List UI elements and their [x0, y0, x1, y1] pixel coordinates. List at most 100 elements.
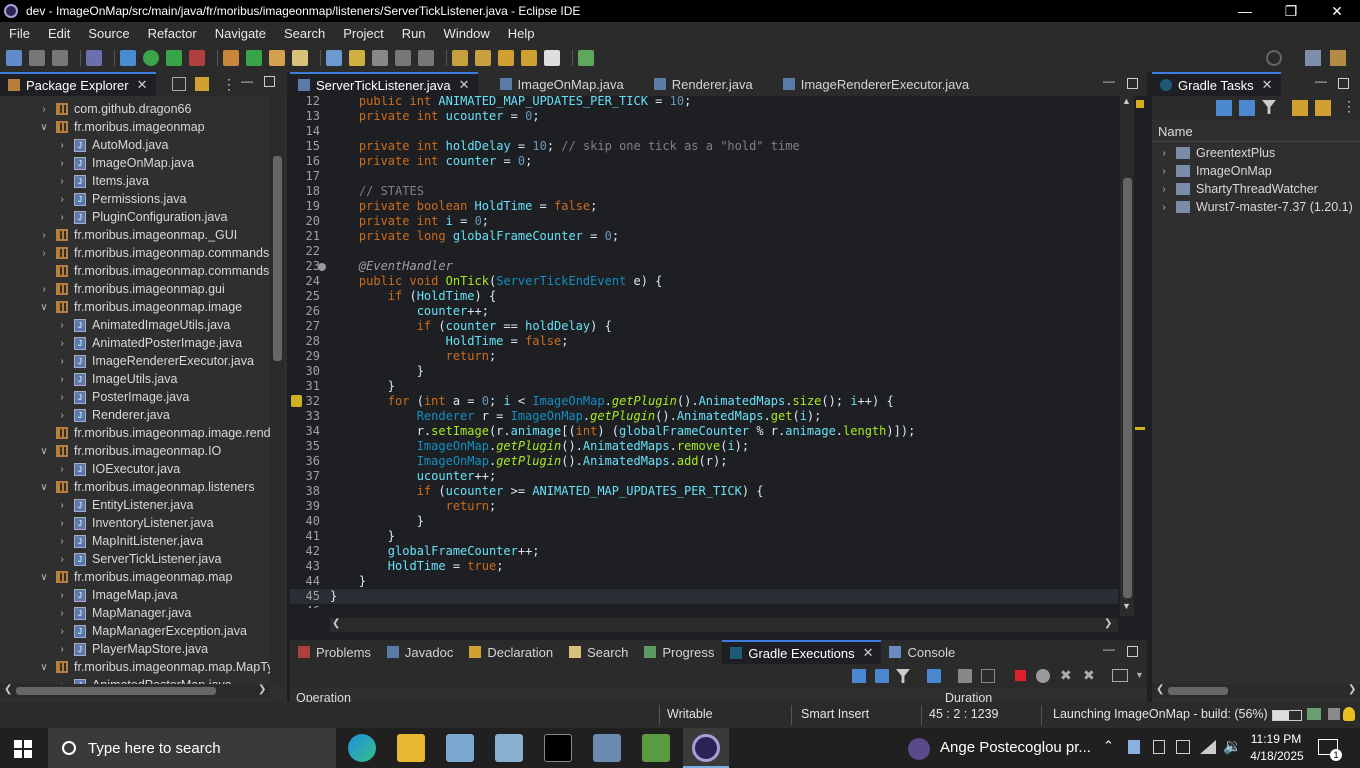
tab-gradle-tasks[interactable]: Gradle Tasks ✕ [1152, 72, 1281, 96]
clock-time[interactable]: 11:19 PM [1250, 732, 1302, 746]
minimize-view-icon[interactable]: — [1315, 74, 1327, 88]
close-icon[interactable]: ✕ [863, 645, 874, 661]
camera-icon[interactable] [1153, 740, 1165, 754]
chevron-right-icon[interactable]: › [56, 320, 68, 331]
minimize-editor-icon[interactable]: — [1103, 74, 1115, 88]
package-vscrollbar[interactable] [270, 96, 284, 686]
close-window-button[interactable]: ✕ [1314, 0, 1360, 22]
package-hscrollbar[interactable]: ❮ ❯ [0, 684, 270, 698]
collapse-all-icon[interactable] [172, 77, 186, 91]
terminal-icon[interactable] [544, 734, 572, 762]
paint-icon[interactable] [495, 734, 523, 762]
code-editor[interactable]: 12 public int ANIMATED_MAP_UPDATES_PER_T… [290, 96, 1118, 608]
maximize-view-icon[interactable] [1127, 646, 1138, 657]
stop-icon[interactable] [1015, 670, 1026, 681]
package-node[interactable]: › fr.moribus.imageonmap.commands [38, 244, 269, 262]
java-file-node[interactable]: › J MapInitListener.java [56, 532, 203, 550]
java-file-node[interactable]: › J AnimatedImageUtils.java [56, 316, 230, 334]
chevron-right-icon[interactable]: › [56, 500, 68, 511]
pilcrow-icon[interactable] [418, 50, 434, 66]
skip-breakpoints-icon[interactable] [86, 50, 102, 66]
chevron-right-icon[interactable]: › [56, 176, 68, 187]
package-node[interactable]: › fr.moribus.imageonmap._GUI [38, 226, 237, 244]
tab-declaration[interactable]: Declaration [461, 640, 561, 664]
chevron-down-icon[interactable]: ∨ [38, 446, 50, 457]
minimize-view-icon[interactable]: — [1103, 642, 1115, 656]
console-status-icon[interactable] [1328, 708, 1340, 720]
chevron-right-icon[interactable]: › [56, 356, 68, 367]
package-node[interactable]: ∨ fr.moribus.imageonmap [38, 118, 204, 136]
new-package-icon[interactable] [246, 50, 262, 66]
java-file-node[interactable]: › J ImageOnMap.java [56, 154, 194, 172]
chevron-right-icon[interactable]: › [1158, 202, 1170, 213]
display-selected-icon[interactable] [1112, 669, 1128, 682]
chevron-right-icon[interactable]: › [56, 644, 68, 655]
chevron-right-icon[interactable]: › [1158, 148, 1170, 159]
chevron-right-icon[interactable]: › [56, 338, 68, 349]
chevron-right-icon[interactable]: › [56, 536, 68, 547]
search-tool-icon[interactable] [292, 50, 308, 66]
java-file-node[interactable]: › J ServerTickListener.java [56, 550, 221, 568]
editor-hscrollbar[interactable]: ❮ ❯ [330, 618, 1118, 632]
chevron-right-icon[interactable]: › [38, 248, 50, 259]
warning-marker-icon[interactable] [291, 395, 302, 407]
gradle-project-node[interactable]: › GreentextPlus [1158, 144, 1275, 162]
collapse-all-icon[interactable] [1239, 100, 1255, 116]
java-file-node[interactable]: › J ImageUtils.java [56, 370, 177, 388]
java-file-node[interactable]: › J InventoryListener.java [56, 514, 213, 532]
news-widget[interactable]: Ange Postecoglou pr... [940, 739, 1091, 756]
maximize-view-icon[interactable] [1338, 78, 1349, 89]
name-column-header[interactable]: Name [1152, 120, 1360, 142]
open-console-icon[interactable] [578, 50, 594, 66]
progress-view-icon[interactable] [1307, 708, 1321, 720]
open-type-icon[interactable] [269, 50, 285, 66]
package-node[interactable]: ∨ fr.moribus.imageonmap.IO [38, 442, 221, 460]
java-file-node[interactable]: › J AutoMod.java [56, 136, 168, 154]
highlight-icon[interactable] [349, 50, 365, 66]
menu-project[interactable]: Project [334, 26, 392, 41]
chevron-down-icon[interactable]: ∨ [38, 122, 50, 133]
eclipse-taskbar-button[interactable] [683, 728, 729, 768]
tab-console[interactable]: Console [881, 640, 963, 664]
gradle-project-node[interactable]: › ImageOnMap [1158, 162, 1271, 180]
package-node[interactable]: fr.moribus.imageonmap.commands. [38, 262, 270, 280]
device-icon[interactable] [1128, 740, 1140, 754]
menu-run[interactable]: Run [393, 26, 435, 41]
coverage-icon[interactable] [166, 50, 182, 66]
perspective-icon[interactable] [1305, 50, 1321, 66]
minimize-view-icon[interactable]: — [241, 74, 253, 88]
last-edit-icon[interactable] [498, 50, 514, 66]
chevron-right-icon[interactable]: › [56, 194, 68, 205]
java-file-node[interactable]: › J EntityListener.java [56, 496, 193, 514]
editor-tab[interactable]: ImageRendererExecutor.java [775, 72, 977, 96]
chevron-right-icon[interactable]: › [38, 230, 50, 241]
chevron-right-icon[interactable]: › [38, 284, 50, 295]
search-icon[interactable] [1266, 50, 1282, 66]
chevron-right-icon[interactable]: › [56, 212, 68, 223]
tab-problems[interactable]: Problems [290, 640, 379, 664]
chevron-right-icon[interactable]: › [56, 140, 68, 151]
save-all-icon[interactable] [52, 50, 68, 66]
java-file-node[interactable]: › J PosterImage.java [56, 388, 189, 406]
view-menu-icon[interactable]: ⋮ [1342, 98, 1356, 115]
next-annotation-icon[interactable] [452, 50, 468, 66]
editor-tab[interactable]: ServerTickListener.java ✕ [290, 72, 478, 96]
run-icon[interactable] [143, 50, 159, 66]
package-node[interactable]: ∨ fr.moribus.imageonmap.map [38, 568, 232, 586]
package-node[interactable]: ∨ fr.moribus.imageonmap.map.MapTy [38, 658, 270, 676]
cursor-position-status[interactable]: 45 : 2 : 1239 [929, 707, 999, 721]
java-file-node[interactable]: › J ImageMap.java [56, 586, 177, 604]
remove-all-icon[interactable]: ✖ [1083, 667, 1095, 684]
tip-bulb-icon[interactable] [1343, 707, 1355, 721]
minimize-button[interactable]: — [1222, 0, 1268, 22]
chevron-down-icon[interactable]: ∨ [38, 572, 50, 583]
chevron-right-icon[interactable]: › [56, 554, 68, 565]
package-node[interactable]: ∨ fr.moribus.imageonmap.image [38, 298, 242, 316]
chevron-down-icon[interactable]: ▼ [1135, 670, 1144, 680]
chevron-right-icon[interactable]: › [56, 518, 68, 529]
close-icon[interactable]: ✕ [137, 77, 148, 93]
java-file-node[interactable]: › J PluginConfiguration.java [56, 208, 227, 226]
rerun-failed-icon[interactable] [981, 669, 995, 683]
tab-search[interactable]: Search [561, 640, 636, 664]
rerun-icon[interactable] [958, 669, 972, 683]
